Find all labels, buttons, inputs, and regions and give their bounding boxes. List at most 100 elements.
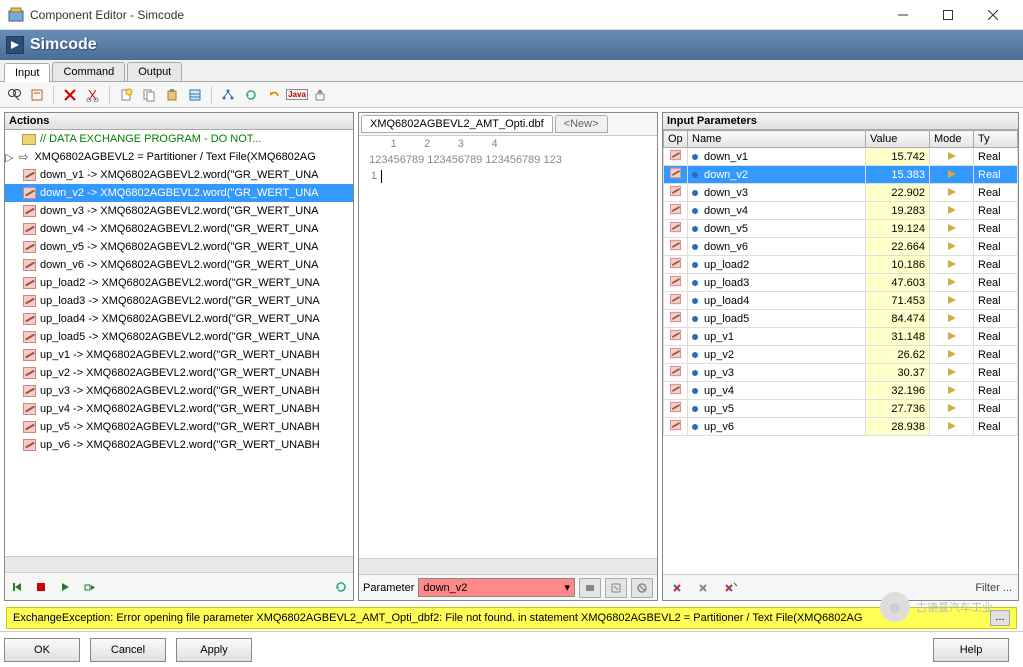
col-name[interactable]: Name [688,131,866,148]
new-file-icon[interactable] [116,85,136,105]
edit-icon[interactable] [27,85,47,105]
actions-list[interactable]: // DATA EXCHANGE PROGRAM - DO NOT...▷⇨XM… [5,130,353,556]
mode-cell[interactable] [930,148,974,166]
table-row[interactable]: up_v527.736Real [664,400,1018,418]
action-row[interactable]: down_v1 -> XMQ6802AGBEVL2.word("GR_WERT_… [5,166,353,184]
params-grid[interactable]: Op Name Value Mode Ty down_v115.742Reald… [663,130,1018,574]
toggle-b-icon[interactable] [695,578,715,598]
mode-cell[interactable] [930,310,974,328]
mode-cell[interactable] [930,166,974,184]
table-row[interactable]: up_load471.453Real [664,292,1018,310]
copy-icon[interactable] [139,85,159,105]
param-btn-1[interactable] [579,578,601,598]
value-cell[interactable]: 30.37 [866,364,930,382]
mode-cell[interactable] [930,220,974,238]
find-icon[interactable] [4,85,24,105]
action-row[interactable]: down_v6 -> XMQ6802AGBEVL2.word("GR_WERT_… [5,256,353,274]
value-cell[interactable]: 22.664 [866,238,930,256]
table-row[interactable]: down_v622.664Real [664,238,1018,256]
mode-cell[interactable] [930,238,974,256]
table-row[interactable]: up_v330.37Real [664,364,1018,382]
stop-icon[interactable] [31,577,51,597]
table-row[interactable]: down_v419.283Real [664,202,1018,220]
refresh-icon[interactable] [241,85,261,105]
action-row[interactable]: // DATA EXCHANGE PROGRAM - DO NOT... [5,130,353,148]
java-icon[interactable]: Java [287,85,307,105]
value-cell[interactable]: 84.474 [866,310,930,328]
action-row[interactable]: down_v2 -> XMQ6802AGBEVL2.word("GR_WERT_… [5,184,353,202]
toggle-a-icon[interactable] [669,578,689,598]
table-row[interactable]: up_load210.186Real [664,256,1018,274]
minimize-button[interactable] [880,0,925,29]
actions-hscroll[interactable] [5,556,353,572]
parameter-combo[interactable]: down_v2 ▾ [418,578,575,597]
tab-input[interactable]: Input [4,63,50,82]
delete-icon[interactable] [60,85,80,105]
cancel-button[interactable]: Cancel [90,638,166,662]
action-row[interactable]: ▷⇨XMQ6802AGBEVL2 = Partitioner / Text Fi… [5,148,353,166]
param-btn-2[interactable] [605,578,627,598]
value-cell[interactable]: 47.603 [866,274,930,292]
action-row[interactable]: up_v2 -> XMQ6802AGBEVL2.word("GR_WERT_UN… [5,364,353,382]
value-cell[interactable]: 19.124 [866,220,930,238]
col-type[interactable]: Ty [974,131,1018,148]
table-row[interactable]: down_v519.124Real [664,220,1018,238]
mode-cell[interactable] [930,292,974,310]
mode-cell[interactable] [930,184,974,202]
mode-cell[interactable] [930,400,974,418]
tree-icon[interactable] [218,85,238,105]
reload-icon[interactable] [331,577,351,597]
action-row[interactable]: up_v5 -> XMQ6802AGBEVL2.word("GR_WERT_UN… [5,418,353,436]
table-row[interactable]: down_v322.902Real [664,184,1018,202]
mode-cell[interactable] [930,418,974,436]
table-icon[interactable] [185,85,205,105]
value-cell[interactable]: 32.196 [866,382,930,400]
action-row[interactable]: up_v1 -> XMQ6802AGBEVL2.word("GR_WERT_UN… [5,346,353,364]
action-row[interactable]: up_load3 -> XMQ6802AGBEVL2.word("GR_WERT… [5,292,353,310]
tab-command[interactable]: Command [52,62,125,81]
paste-icon[interactable] [162,85,182,105]
col-op[interactable]: Op [664,131,688,148]
action-row[interactable]: up_load2 -> XMQ6802AGBEVL2.word("GR_WERT… [5,274,353,292]
action-row[interactable]: down_v3 -> XMQ6802AGBEVL2.word("GR_WERT_… [5,202,353,220]
col-value[interactable]: Value [866,131,930,148]
apply-button[interactable]: Apply [176,638,252,662]
table-row[interactable]: down_v215.383Real [664,166,1018,184]
play-icon[interactable] [55,577,75,597]
editor-line[interactable]: 1 [359,168,657,185]
file-tab-new[interactable]: <New> [555,115,608,133]
value-cell[interactable]: 19.283 [866,202,930,220]
table-row[interactable]: down_v115.742Real [664,148,1018,166]
step-icon[interactable] [79,577,99,597]
mode-cell[interactable] [930,328,974,346]
value-cell[interactable]: 10.186 [866,256,930,274]
mode-cell[interactable] [930,364,974,382]
table-row[interactable]: up_v432.196Real [664,382,1018,400]
mode-cell[interactable] [930,274,974,292]
toggle-c-icon[interactable] [721,578,741,598]
action-row[interactable]: up_v3 -> XMQ6802AGBEVL2.word("GR_WERT_UN… [5,382,353,400]
action-row[interactable]: up_v4 -> XMQ6802AGBEVL2.word("GR_WERT_UN… [5,400,353,418]
ok-button[interactable]: OK [4,638,80,662]
cut-icon[interactable] [83,85,103,105]
error-more-button[interactable]: ... [990,610,1010,626]
help-button[interactable]: Help [933,638,1009,662]
action-row[interactable]: up_load5 -> XMQ6802AGBEVL2.word("GR_WERT… [5,328,353,346]
mode-cell[interactable] [930,202,974,220]
value-cell[interactable]: 27.736 [866,400,930,418]
action-row[interactable]: up_v6 -> XMQ6802AGBEVL2.word("GR_WERT_UN… [5,436,353,454]
value-cell[interactable]: 28.938 [866,418,930,436]
table-row[interactable]: up_load584.474Real [664,310,1018,328]
mode-cell[interactable] [930,256,974,274]
action-row[interactable]: down_v4 -> XMQ6802AGBEVL2.word("GR_WERT_… [5,220,353,238]
table-row[interactable]: up_v131.148Real [664,328,1018,346]
value-cell[interactable]: 31.148 [866,328,930,346]
mode-cell[interactable] [930,382,974,400]
value-cell[interactable]: 15.383 [866,166,930,184]
editor-hscroll[interactable] [359,558,657,574]
value-cell[interactable]: 26.62 [866,346,930,364]
filter-label[interactable]: Filter ... [975,582,1012,594]
action-row[interactable]: up_load4 -> XMQ6802AGBEVL2.word("GR_WERT… [5,310,353,328]
param-btn-3[interactable] [631,578,653,598]
text-editor[interactable]: 1 2 3 4 123456789 123456789 123456789 12… [359,136,657,558]
